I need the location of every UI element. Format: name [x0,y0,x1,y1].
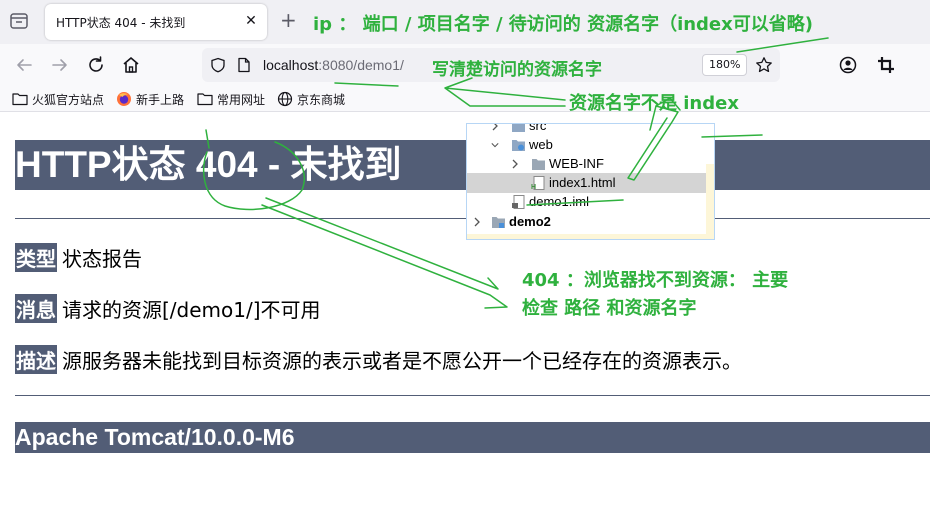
firefox-icon [117,92,131,106]
type-label: 类型 [15,243,57,272]
description-value: 源服务器未能找到目标资源的表示或者是不愿公开一个已经存在的资源表示。 [62,349,742,373]
tab-title: HTTP状态 404 - 未找到 [56,16,186,30]
bookmark-label: 火狐官方站点 [32,92,105,107]
bookmark-label: 京东商城 [297,92,346,107]
tree-item-label: demo1.iml [529,194,589,209]
type-value: 状态报告 [62,247,142,271]
tree-item-web-inf[interactable]: WEB-INF [467,154,714,174]
home-icon[interactable] [120,54,142,76]
annotation-url-format: ip ： 端口 / 项目名字 / 待访问的 资源名字（index可以省略) [313,14,813,35]
web-folder-icon [512,140,525,151]
module-icon [492,217,505,228]
reload-icon[interactable] [85,54,107,76]
shield-icon[interactable] [210,57,226,73]
description-label: 描述 [15,345,57,374]
server-footer: Apache Tomcat/10.0.0-M6 [15,422,930,453]
url-text[interactable]: localhost:8080/demo1/ [263,57,404,73]
url-host: localhost [263,57,319,73]
new-tab-button[interactable]: + [280,10,297,30]
folder-icon [532,159,545,170]
annotation-url-hint: 写清楚访问的资源名字 [432,60,602,80]
bookmark-item[interactable]: 常用网址 [197,90,265,108]
tree-item-label: index1.html [549,175,616,190]
chevron-down-icon [491,143,499,148]
bookmark-label: 常用网址 [217,92,266,107]
tree-item-index1-html[interactable]: H index1.html [467,173,714,193]
tree-item-demo1-iml[interactable]: demo1.iml [467,192,714,212]
tree-item-label: demo2 [509,214,551,229]
html-file-icon: H [531,176,545,190]
message-row: 消息 请求的资源[/demo1/]不可用 [15,294,321,323]
folder-icon [512,124,525,132]
tree-bottom-strip [467,234,714,239]
globe-icon [277,91,293,107]
annotation-error-hint-2: 检查 路径 和资源名字 [522,298,697,319]
url-path: :8080/demo1/ [318,57,404,73]
close-tab-icon[interactable]: ✕ [243,13,259,29]
bookmark-item[interactable]: 新手上路 [116,90,184,108]
tree-item-label: web [529,137,553,152]
bookmark-star-icon[interactable] [755,56,773,74]
back-arrow-icon[interactable] [13,54,35,76]
tree-item-web[interactable]: web [467,135,714,155]
tree-scrollbar[interactable] [706,164,714,234]
bookmark-label: 新手上路 [136,92,185,107]
bookmark-item[interactable]: 京东商城 [277,90,345,108]
svg-text:H: H [531,184,536,190]
tab-list-icon[interactable] [8,10,30,32]
annotation-error-hint-1: 404 ：浏览器找不到资源： 主要 [522,270,789,291]
chevron-right-icon [492,124,498,131]
chevron-right-icon [512,159,518,169]
crop-screenshot-icon[interactable] [876,55,896,75]
type-row: 类型 状态报告 [15,243,142,272]
account-icon[interactable] [838,55,858,75]
zoom-level-button[interactable]: 180% [702,54,748,76]
tree-item-demo2[interactable]: demo2 [467,212,714,232]
forward-arrow-icon[interactable] [49,54,71,76]
message-label: 消息 [15,294,57,323]
bookmarks-toolbar: 火狐官方站点 新手上路 常用网址 京东商城 [0,86,930,112]
annotation-resource-hint: 资源名字不是 index [569,93,739,114]
error-page: HTTP状态 404 - 未找到 类型 状态报告 消息 请求的资源[/demo1/]… [0,112,930,529]
divider [15,395,930,396]
folder-icon [197,93,213,106]
iml-file-icon [512,195,525,209]
page-info-icon[interactable] [237,57,251,73]
browser-tab[interactable]: HTTP状态 404 - 未找到 ✕ [45,4,267,40]
tree-item-label: WEB-INF [549,156,604,171]
bookmark-item[interactable]: 火狐官方站点 [12,90,104,108]
description-row: 描述 源服务器未能找到目标资源的表示或者是不愿公开一个已经存在的资源表示。 [15,345,742,374]
folder-icon [12,93,28,106]
message-value: 请求的资源[/demo1/]不可用 [62,298,321,322]
chevron-right-icon [474,217,480,227]
project-tree-panel: src web WEB-INF H index1.html demo1.iml … [466,123,715,240]
